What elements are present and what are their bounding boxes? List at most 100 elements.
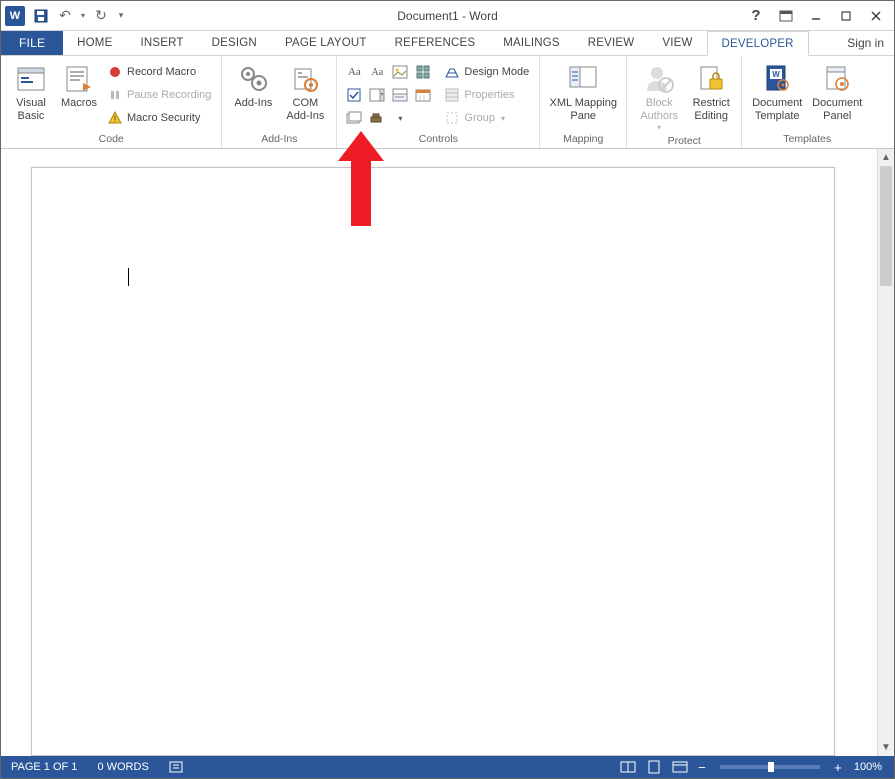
legacy-tools-dropdown-icon[interactable]: ▾ xyxy=(389,107,411,129)
com-addins-icon xyxy=(289,63,321,95)
scroll-down-icon[interactable]: ▼ xyxy=(878,739,894,756)
status-bar: PAGE 1 OF 1 0 WORDS − + 100% xyxy=(1,756,894,778)
read-mode-icon[interactable] xyxy=(616,758,640,776)
design-mode-button[interactable]: Design Mode xyxy=(440,61,533,83)
tab-insert[interactable]: INSERT xyxy=(126,31,197,55)
page-indicator[interactable]: PAGE 1 OF 1 xyxy=(1,756,87,778)
addins-label: Add-Ins xyxy=(234,97,272,110)
ribbon: Visual Basic Macros Record Macro Pause R… xyxy=(1,56,894,149)
scroll-track[interactable] xyxy=(878,166,894,739)
vertical-scrollbar[interactable]: ▲ ▼ xyxy=(877,149,894,756)
xml-mapping-button[interactable]: XML Mapping Pane xyxy=(546,59,620,131)
visual-basic-label: Visual Basic xyxy=(16,97,46,123)
tab-design[interactable]: DESIGN xyxy=(198,31,271,55)
tab-home[interactable]: HOME xyxy=(63,31,126,55)
block-authors-icon xyxy=(643,63,675,95)
zoom-in-button[interactable]: + xyxy=(830,760,846,775)
macros-button[interactable]: Macros xyxy=(57,59,101,131)
macros-label: Macros xyxy=(61,97,97,110)
record-macro-icon xyxy=(107,64,123,80)
tab-review[interactable]: REVIEW xyxy=(574,31,649,55)
design-mode-label: Design Mode xyxy=(464,66,529,78)
zoom-slider[interactable] xyxy=(720,765,820,769)
zoom-slider-thumb[interactable] xyxy=(768,762,774,772)
save-icon[interactable] xyxy=(30,5,52,27)
group-templates: W Document Template Document Panel Templ… xyxy=(742,56,872,148)
annotation-arrow-icon xyxy=(336,131,386,231)
properties-label: Properties xyxy=(464,89,514,101)
macro-security-button[interactable]: ! Macro Security xyxy=(103,107,215,129)
group-code-label: Code xyxy=(7,131,215,148)
zoom-level[interactable]: 100% xyxy=(848,761,888,773)
building-block-control-icon[interactable] xyxy=(412,61,434,83)
maximize-icon[interactable] xyxy=(832,5,860,27)
tab-mailings[interactable]: MAILINGS xyxy=(489,31,574,55)
macro-security-icon: ! xyxy=(107,110,123,126)
tab-references[interactable]: REFERENCES xyxy=(381,31,490,55)
document-viewport[interactable] xyxy=(1,149,877,756)
rich-text-control-icon[interactable]: Aa xyxy=(343,61,365,83)
undo-dropdown-icon[interactable]: ▾ xyxy=(78,5,88,27)
group-addins: Add-Ins COM Add-Ins Add-Ins xyxy=(222,56,337,148)
repeating-control-icon[interactable] xyxy=(343,107,365,129)
record-macro-button[interactable]: Record Macro xyxy=(103,61,215,83)
scroll-thumb[interactable] xyxy=(880,166,892,286)
block-authors-label: Block Authors xyxy=(640,97,678,123)
pause-recording-icon xyxy=(107,87,123,103)
restrict-editing-label: Restrict Editing xyxy=(693,97,730,123)
design-mode-icon xyxy=(444,64,460,80)
document-panel-button[interactable]: Document Panel xyxy=(808,59,866,131)
sign-in-link[interactable]: Sign in xyxy=(837,31,894,55)
document-panel-icon xyxy=(821,63,853,95)
zoom-out-button[interactable]: − xyxy=(694,760,710,775)
visual-basic-icon xyxy=(15,63,47,95)
print-layout-icon[interactable] xyxy=(642,758,666,776)
minimize-icon[interactable] xyxy=(802,5,830,27)
properties-button: Properties xyxy=(440,84,533,106)
xml-mapping-icon xyxy=(567,63,599,95)
checkbox-control-icon[interactable] xyxy=(343,84,365,106)
tab-view[interactable]: VIEW xyxy=(648,31,706,55)
close-icon[interactable] xyxy=(862,5,890,27)
picture-control-icon[interactable] xyxy=(389,61,411,83)
group-templates-label: Templates xyxy=(748,131,866,148)
spellcheck-icon[interactable] xyxy=(159,756,195,778)
ribbon-display-icon[interactable] xyxy=(772,5,800,27)
group-mapping-label: Mapping xyxy=(546,131,620,148)
tab-developer[interactable]: DEVELOPER xyxy=(707,31,809,56)
document-page[interactable] xyxy=(31,167,835,756)
block-authors-button[interactable]: Block Authors ▾ xyxy=(633,59,685,133)
controls-gallery: Aa Aa ▾ xyxy=(343,59,434,131)
document-panel-label: Document Panel xyxy=(812,97,862,123)
tab-page-layout[interactable]: PAGE LAYOUT xyxy=(271,31,381,55)
word-count[interactable]: 0 WORDS xyxy=(87,756,158,778)
help-icon[interactable]: ? xyxy=(742,5,770,27)
qat-customize-icon[interactable]: ▾ xyxy=(114,5,128,27)
scroll-up-icon[interactable]: ▲ xyxy=(878,149,894,166)
restrict-editing-icon xyxy=(695,63,727,95)
dropdown-control-icon[interactable] xyxy=(389,84,411,106)
visual-basic-button[interactable]: Visual Basic xyxy=(7,59,55,131)
document-template-button[interactable]: W Document Template xyxy=(748,59,806,131)
word-app-icon: W xyxy=(5,6,25,26)
redo-icon[interactable]: ↻ xyxy=(90,5,112,27)
datepicker-control-icon[interactable] xyxy=(412,84,434,106)
macro-security-label: Macro Security xyxy=(127,112,200,124)
com-addins-button[interactable]: COM Add-Ins xyxy=(280,59,330,131)
quick-access-toolbar: ↶ ▾ ↻ ▾ xyxy=(30,5,128,27)
document-area: ▲ ▼ xyxy=(1,149,894,756)
restrict-editing-button[interactable]: Restrict Editing xyxy=(687,59,735,133)
plain-text-control-icon[interactable]: Aa xyxy=(366,61,388,83)
svg-text:!: ! xyxy=(114,114,117,124)
group-icon xyxy=(444,110,460,126)
undo-icon[interactable]: ↶ xyxy=(54,5,76,27)
group-addins-label: Add-Ins xyxy=(228,131,330,148)
group-control-label: Group xyxy=(464,112,495,124)
tab-file[interactable]: FILE xyxy=(1,31,63,55)
legacy-tools-icon[interactable] xyxy=(366,107,388,129)
group-mapping: XML Mapping Pane Mapping xyxy=(540,56,627,148)
combobox-control-icon[interactable] xyxy=(366,84,388,106)
svg-text:W: W xyxy=(772,70,780,79)
web-layout-icon[interactable] xyxy=(668,758,692,776)
addins-button[interactable]: Add-Ins xyxy=(228,59,278,131)
